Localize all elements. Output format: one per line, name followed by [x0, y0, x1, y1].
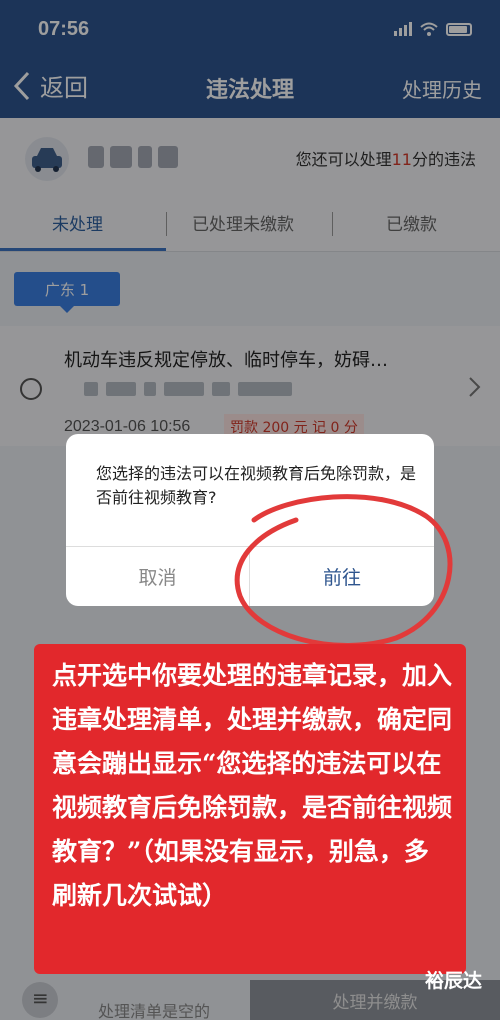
annotation-note: 点开选中你要处理的违章记录，加入违章处理清单，处理并缴款，确定同意会蹦出显示“您… [34, 644, 466, 974]
red-circle-annotation [234, 494, 453, 648]
cancel-button[interactable]: 取消 [66, 546, 249, 606]
watermark: 裕辰达 [424, 970, 482, 992]
annotation-text: 点开选中你要处理的违章记录，加入违章处理清单，处理并缴款，确定同意会蹦出显示“您… [52, 661, 453, 910]
